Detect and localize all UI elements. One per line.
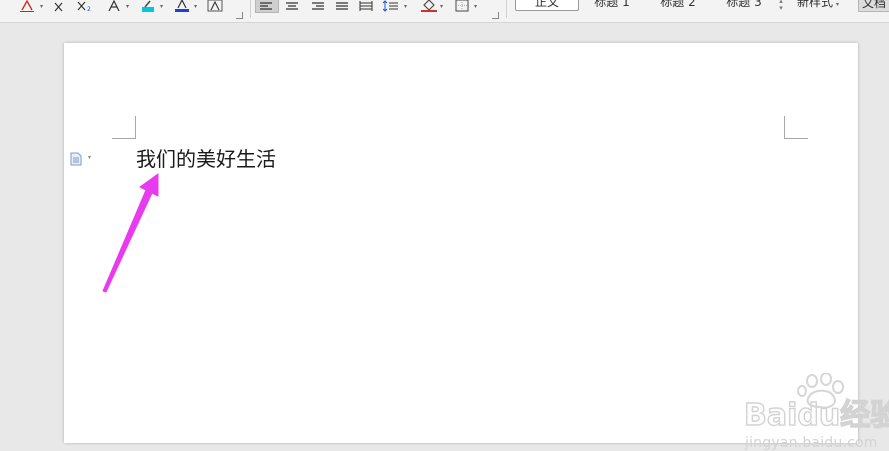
arrow-pointer-icon — [102, 173, 159, 293]
watermark-url: jingyan.baidu.com — [745, 435, 878, 451]
annotation-arrow — [102, 173, 159, 293]
